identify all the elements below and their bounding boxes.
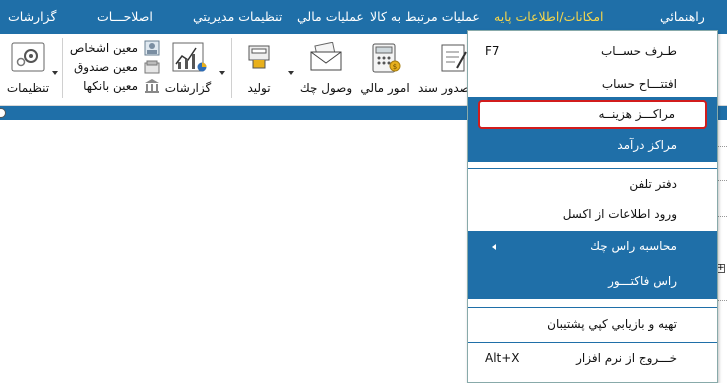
menu-item-label: ورود اطلاعات از اکسل <box>562 207 677 221</box>
menu-item-backup[interactable]: تهيه و بازيابي كپي پشتيبان <box>468 309 717 340</box>
grid-tick <box>717 300 727 301</box>
machine-icon <box>248 45 270 69</box>
calculator-icon: $ <box>372 43 401 73</box>
menu-item-exit[interactable]: Alt+X خـــروج از نرم افزار <box>468 343 717 374</box>
menu-item-label: راس فاكتـــور <box>608 274 677 288</box>
cash-box-icon <box>144 60 160 74</box>
menu-item-open-account[interactable]: افتتـــاح حساب <box>468 69 717 100</box>
svg-text:$: $ <box>393 63 397 71</box>
menu-item-label: محاسبه راس چك <box>590 239 677 253</box>
menu-corrections[interactable]: اصلاحـــات <box>97 0 153 34</box>
person-icon <box>144 40 160 56</box>
menu-reports[interactable]: گزارشات <box>8 0 56 34</box>
menu-item-label: افتتـــاح حساب <box>601 77 677 91</box>
menu-item-cost-centers[interactable]: مراکـــز هزینــه <box>478 100 707 129</box>
menu-base-info[interactable]: امکانات/اطلاعات پایه <box>494 0 604 34</box>
menu-help[interactable]: راهنمائي <box>660 0 705 34</box>
grid-tick <box>717 216 727 217</box>
menu-item-label: تهيه و بازيابي كپي پشتيبان <box>547 317 677 331</box>
base-info-dropdown: F7 طـرف حســاب افتتـــاح حساب مراکـــز ه… <box>467 30 718 383</box>
cash-ledger-item[interactable]: معین صندوق <box>73 58 160 76</box>
production-button[interactable]: تولید <box>236 34 282 104</box>
cash-ledger-label: معین صندوق <box>73 60 138 74</box>
check-receipt-button[interactable]: وصول چك <box>298 34 354 104</box>
menu-item-account-party[interactable]: F7 طـرف حســاب <box>468 36 717 67</box>
menu-item-label: مراکـــز هزینــه <box>598 107 675 121</box>
toolbar-separator <box>231 38 232 98</box>
gear-icon <box>11 42 45 72</box>
shortcut-alt-x: Alt+X <box>485 351 520 365</box>
settings-button[interactable]: تنظیمات <box>6 34 50 104</box>
check-receipt-label: وصول چك <box>299 81 353 95</box>
menu-item-label: طـرف حســاب <box>600 44 677 58</box>
financial-affairs-label: امور مالي <box>360 81 410 95</box>
document-icon <box>441 44 467 72</box>
menu-item-label: دفتر تلفن <box>629 177 677 191</box>
submenu-arrow-icon <box>492 244 496 250</box>
document-issue-label: صدور سند <box>418 81 470 95</box>
grid-tick <box>717 146 727 147</box>
pie-chart-icon <box>197 62 207 72</box>
toolbar-separator <box>62 38 63 98</box>
settings-dropdown-arrow[interactable] <box>52 71 58 75</box>
menu-item-phone-book[interactable]: دفتر تلفن <box>468 169 717 200</box>
menu-item-income-centers[interactable]: مراكز درآمد <box>468 130 717 161</box>
envelope-icon <box>310 42 342 71</box>
reports-label: گزارشات <box>164 81 212 95</box>
financial-affairs-button[interactable]: $ امور مالي <box>360 34 410 104</box>
menu-item-check-calc[interactable]: محاسبه راس چك <box>468 231 717 262</box>
menu-separator <box>468 307 717 308</box>
production-label: تولید <box>247 81 271 95</box>
grid-tick <box>717 180 727 181</box>
bank-icon <box>145 79 159 93</box>
shortcut-f7: F7 <box>485 44 500 58</box>
menu-goods-operations[interactable]: عمليات مرتبط به کالا <box>370 0 480 34</box>
reports-dropdown-arrow[interactable] <box>219 71 225 75</box>
menu-item-excel-import[interactable]: ورود اطلاعات از اکسل <box>468 199 717 230</box>
production-dropdown-arrow[interactable] <box>288 71 294 75</box>
person-ledger-item[interactable]: معین اشخاص <box>69 39 160 57</box>
menu-item-label: خـــروج از نرم افزار <box>576 351 677 365</box>
menu-bar: گزارشات اصلاحـــات تنظيمات مديريتي عمليا… <box>0 0 727 34</box>
bank-ledger-item[interactable]: معین بانکها <box>83 77 159 95</box>
person-ledger-label: معین اشخاص <box>69 41 138 55</box>
document-issue-button[interactable]: صدور سند <box>416 34 472 104</box>
menu-item-invoice-due[interactable]: راس فاكتـــور <box>468 266 717 297</box>
menu-management-settings[interactable]: تنظيمات مديريتي <box>193 0 282 34</box>
bank-ledger-label: معین بانکها <box>83 79 138 93</box>
menu-item-label: مراكز درآمد <box>617 138 677 152</box>
settings-label: تنظیمات <box>6 81 50 95</box>
reports-button[interactable]: گزارشات <box>163 34 213 104</box>
menu-financial-operations[interactable]: عمليات مالي <box>297 0 364 34</box>
